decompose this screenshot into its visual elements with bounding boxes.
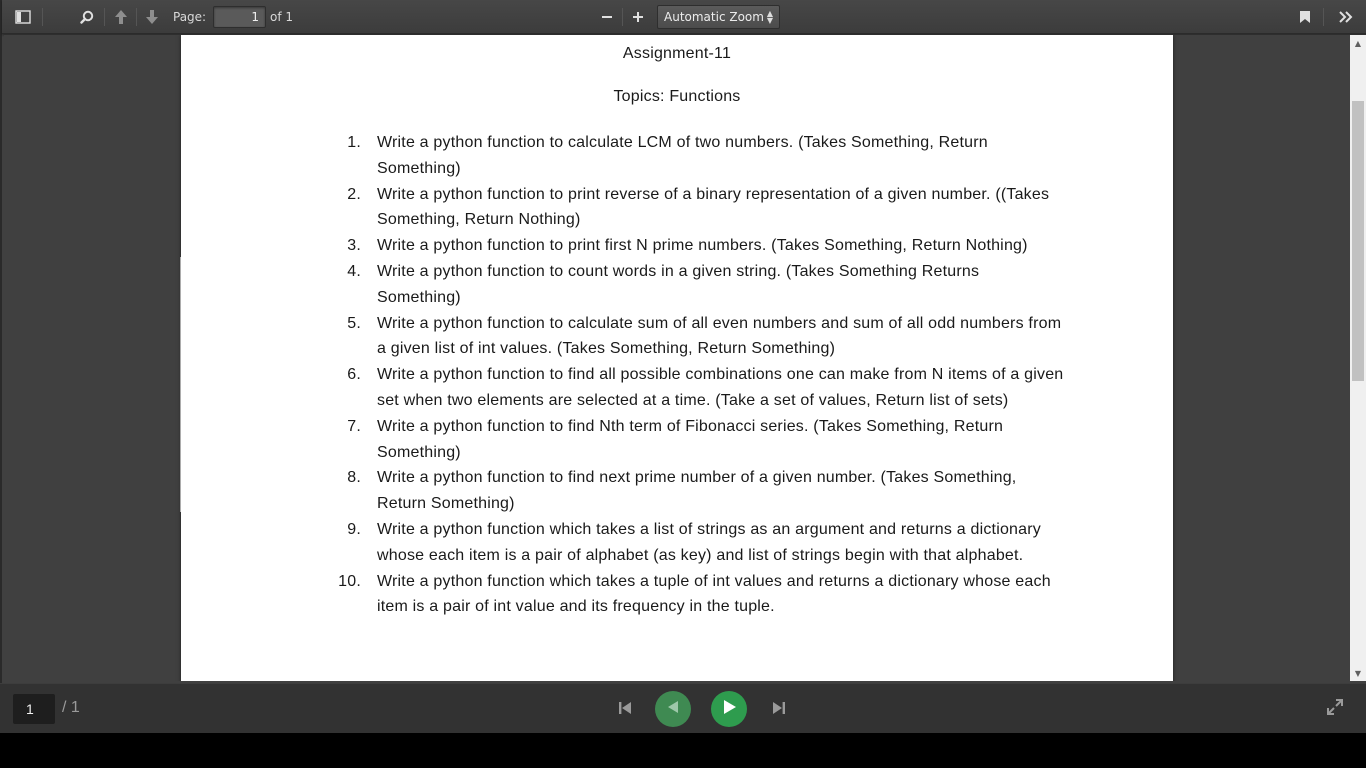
list-item-text: Write a python function to find Nth term… [377,417,1004,461]
pdf-page: Assignment-11 Topics: Functions 1. Write … [181,35,1173,681]
list-item: 7. Write a python function to find Nth te… [329,414,1064,466]
previous-slide-button[interactable] [655,691,691,727]
previous-page-button[interactable] [108,5,134,29]
document-subtitle: Topics: Functions [613,88,741,105]
toolbar-separator [104,8,105,26]
bookmark-icon [1299,10,1311,24]
list-item-text: Write a python function to find next pri… [377,469,1017,513]
list-item-number: 2. [347,185,361,203]
list-item: 9. Write a python function which takes a … [329,517,1064,569]
tools-button[interactable] [1333,5,1359,29]
list-item-text: Write a python function to print reverse… [377,185,1050,229]
toolbar-separator [136,8,137,26]
search-button[interactable] [74,5,100,29]
sidebar-toggle-button[interactable] [10,5,36,29]
sidebar-toggle-icon [15,10,31,24]
toolbar-separator [42,8,43,26]
list-item: 4. Write a python function to count words… [329,259,1064,311]
chevron-updown-icon: ▲ ▼ [766,9,773,25]
play-back-icon [666,699,680,719]
list-item-number: 5. [347,314,361,332]
list-item-text: Write a python function to calculate LCM… [377,134,988,177]
double-chevron-right-icon [1339,11,1353,23]
list-item: 6. Write a python function to find all po… [329,362,1064,414]
arrow-up-icon [114,9,128,25]
list-item-number: 6. [347,366,361,384]
play-icon [721,698,737,720]
page-label: Page: [173,10,207,24]
list-item-text: Write a python function to find all poss… [377,366,1064,409]
scroll-down-icon[interactable]: ▼ [1350,665,1366,681]
slide-number-input[interactable] [13,694,55,724]
slide-total: / 1 [62,699,80,716]
minus-icon [601,11,613,23]
list-item-number: 7. [347,417,361,435]
list-item-text: Write a python function which takes a li… [377,520,1041,564]
viewer-toolbar: Page: of 1 Automatic Zoom ▲▼ [2,0,1366,34]
fullscreen-button[interactable] [1324,698,1346,720]
fullscreen-icon [1326,698,1344,720]
skip-last-icon [771,700,787,720]
task-list: 1. Write a python function to calculate L… [329,130,1064,620]
zoom-in-button[interactable] [625,5,651,29]
search-icon [80,10,94,24]
toolbar-separator [1323,8,1324,26]
plus-icon [632,11,644,23]
list-item-number: 8. [347,469,361,487]
scroll-up-icon[interactable]: ▲ [1350,35,1366,51]
list-item: 5. Write a python function to calculate s… [329,311,1064,363]
list-item-number: 1. [347,134,361,151]
document-viewport: Assignment-11 Topics: Functions 1. Write … [4,35,1350,681]
list-item: 10. Write a python function which takes a… [329,569,1064,621]
list-item-text: Write a python function to print first N… [377,237,1028,255]
zoom-out-button[interactable] [594,5,620,29]
list-item-number: 4. [347,262,361,280]
presentation-bar: / 1 [0,683,1366,733]
toolbar-separator [622,8,623,26]
arrow-down-icon [145,9,159,25]
list-item-text: Write a python function to calculate sum… [377,314,1062,358]
bookmark-button[interactable] [1292,5,1318,29]
scrollbar-thumb[interactable] [1352,101,1364,381]
list-item: 3. Write a python function to print first… [329,233,1064,259]
page-count: of 1 [270,10,294,24]
pdf-viewer: Page: of 1 Automatic Zoom ▲▼ [0,0,1366,683]
skip-first-icon [617,700,633,720]
list-item-number: 3. [347,237,361,255]
list-item: 2. Write a python function to print rever… [329,182,1064,234]
page-number-input[interactable] [213,6,266,28]
next-page-button[interactable] [139,5,165,29]
play-button[interactable] [711,691,747,727]
list-item: 8. Write a python function to find next p… [329,465,1064,517]
list-item-text: Write a python function to count words i… [377,262,980,306]
first-slide-button[interactable] [614,699,636,721]
list-item-text: Write a python function which takes a tu… [377,572,1051,616]
last-slide-button[interactable] [768,699,790,721]
list-item-number: 10. [338,572,361,590]
list-item: 1. Write a python function to calculate L… [329,130,1064,182]
vertical-scrollbar[interactable]: ▲ ▼ [1350,35,1366,681]
zoom-select[interactable]: Automatic Zoom ▲ ▼ [657,5,780,29]
document-title: Assignment-11 [622,45,732,62]
list-item-number: 9. [347,520,361,538]
screen-bottom-strip [0,733,1366,768]
zoom-select-value: Automatic Zoom [664,10,764,24]
